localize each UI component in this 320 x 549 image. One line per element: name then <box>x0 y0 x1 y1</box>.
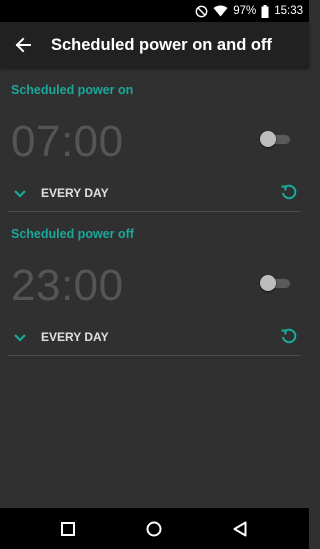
chevron-down-icon[interactable] <box>13 186 27 204</box>
back-button[interactable] <box>0 22 46 68</box>
home-icon <box>146 521 162 537</box>
power-off-repeat-row[interactable]: EVERY DAY <box>0 318 309 356</box>
power-off-reset-icon[interactable] <box>280 327 298 350</box>
do-not-disturb-icon <box>195 5 208 18</box>
power-on-section: Scheduled power on 07:00 EVERY DAY <box>0 68 309 212</box>
toggle-thumb <box>260 275 276 291</box>
arrow-back-icon <box>15 37 31 53</box>
toggle-thumb <box>260 131 276 147</box>
power-off-header: Scheduled power off <box>11 226 134 241</box>
power-off-time-row: 23:00 <box>0 255 309 318</box>
app-bar: Scheduled power on and off <box>0 22 309 68</box>
power-off-toggle[interactable] <box>260 275 292 291</box>
navigation-bar <box>0 508 309 549</box>
page-title: Scheduled power on and off <box>51 35 272 54</box>
power-on-time-row: 07:00 <box>0 111 309 174</box>
status-time: 15:33 <box>274 5 303 17</box>
recents-icon <box>61 522 75 536</box>
power-on-header: Scheduled power on <box>11 82 134 97</box>
power-on-time[interactable]: 07:00 <box>11 117 124 167</box>
wifi-icon <box>213 5 228 17</box>
power-off-section: Scheduled power off 23:00 EVERY DAY <box>0 212 309 356</box>
nav-back-button[interactable] <box>227 516 253 542</box>
power-off-time[interactable]: 23:00 <box>11 261 124 311</box>
power-off-repeat-label: EVERY DAY <box>41 330 109 344</box>
recents-button[interactable] <box>55 516 81 542</box>
battery-icon <box>261 4 269 18</box>
back-icon <box>233 521 247 537</box>
status-bar: 97% 15:33 <box>0 0 309 22</box>
battery-percent: 97% <box>233 5 257 17</box>
chevron-down-icon[interactable] <box>13 330 27 348</box>
power-on-toggle[interactable] <box>260 131 292 147</box>
power-on-repeat-label: EVERY DAY <box>41 186 109 200</box>
divider <box>8 355 301 356</box>
power-on-reset-icon[interactable] <box>280 183 298 206</box>
home-button[interactable] <box>141 516 167 542</box>
power-on-repeat-row[interactable]: EVERY DAY <box>0 174 309 212</box>
